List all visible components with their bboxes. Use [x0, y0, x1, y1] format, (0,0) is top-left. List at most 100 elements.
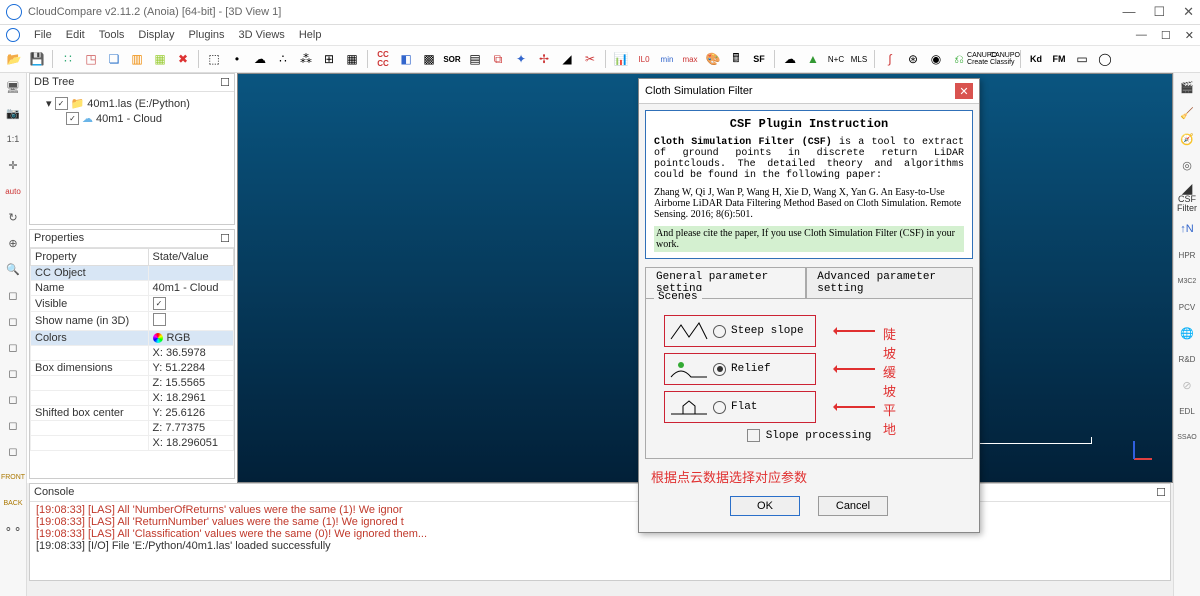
color-icon[interactable]: ▥: [127, 49, 147, 69]
ssao-icon[interactable]: SSAO: [1177, 427, 1197, 447]
property-row[interactable]: X: 18.2961: [31, 391, 234, 406]
property-row[interactable]: Visible✓: [31, 296, 234, 312]
menu-edit[interactable]: Edit: [66, 29, 85, 41]
sf-icon[interactable]: ▦: [150, 49, 170, 69]
property-row[interactable]: X: 36.5978: [31, 346, 234, 361]
mesh-plugin-icon[interactable]: ▲: [803, 49, 823, 69]
console-pin-icon[interactable]: ☐: [1156, 486, 1166, 499]
view-iso1-icon[interactable]: ◻: [3, 415, 23, 435]
save-icon[interactable]: 💾: [27, 49, 47, 69]
voxel-icon[interactable]: ▤: [465, 49, 485, 69]
calc-icon[interactable]: 🖩: [726, 49, 746, 69]
menu-tools[interactable]: Tools: [99, 29, 125, 41]
merge-icon[interactable]: ⧉: [488, 49, 508, 69]
back-label-icon[interactable]: BACK: [3, 493, 23, 513]
create-icon[interactable]: CANUPOCreate: [972, 49, 992, 69]
flickr-icon[interactable]: ⚬⚬: [3, 519, 23, 539]
monitor-icon[interactable]: 🖥: [3, 77, 23, 97]
rgb-icon[interactable]: R&D: [1177, 349, 1197, 369]
target-icon[interactable]: ◎: [1177, 155, 1197, 175]
zoom-icon[interactable]: 🔍: [3, 259, 23, 279]
property-row[interactable]: Z: 15.5565: [31, 376, 234, 391]
grid3-icon[interactable]: ▩: [419, 49, 439, 69]
maximize-button[interactable]: ☐: [1153, 4, 1165, 20]
pick-rotation-icon[interactable]: ⊕: [3, 233, 23, 253]
tree-cloud-row[interactable]: ✓ ☁ 40m1 - Cloud: [32, 111, 232, 126]
sphere-icon[interactable]: ◯: [1095, 49, 1115, 69]
points-icon[interactable]: ∷: [58, 49, 78, 69]
properties-pin-icon[interactable]: ☐: [220, 232, 230, 245]
pick-icon[interactable]: ⬚: [204, 49, 224, 69]
property-row[interactable]: X: 18.296051: [31, 436, 234, 451]
diff-icon[interactable]: ◧: [396, 49, 416, 69]
menu-display[interactable]: Display: [138, 29, 174, 41]
property-row[interactable]: Show name (in 3D): [31, 312, 234, 331]
eraser-icon[interactable]: ◢: [557, 49, 577, 69]
scene-option-steep[interactable]: Steep slope陡坡: [664, 315, 816, 347]
mesh-icon[interactable]: ◳: [81, 49, 101, 69]
inner-maximize-button[interactable]: ☐: [1161, 29, 1171, 42]
cloud-icon[interactable]: ☁: [250, 49, 270, 69]
pcv-icon[interactable]: PCV: [1177, 297, 1197, 317]
tree-file-row[interactable]: ▾ ✓ 📁 40m1.las (E:/Python): [32, 96, 232, 111]
camera-icon[interactable]: 📷: [3, 103, 23, 123]
wire-icon[interactable]: ⎌: [949, 49, 969, 69]
compass-icon[interactable]: ⊛: [903, 49, 923, 69]
app-menu-icon[interactable]: [6, 28, 20, 42]
inner-close-button[interactable]: ✕: [1185, 29, 1194, 42]
mls-icon[interactable]: MLS: [849, 49, 869, 69]
auto-icon[interactable]: auto: [3, 181, 23, 201]
property-row[interactable]: CC Object: [31, 266, 234, 281]
align-icon[interactable]: ✢: [534, 49, 554, 69]
file-checkbox[interactable]: ✓: [55, 97, 68, 110]
delete-icon[interactable]: ✖: [173, 49, 193, 69]
hpr-icon[interactable]: HPR: [1177, 245, 1197, 265]
sf2-icon[interactable]: SF: [749, 49, 769, 69]
normals-icon[interactable]: ❏: [104, 49, 124, 69]
view-iso2-icon[interactable]: ◻: [3, 441, 23, 461]
graph-icon[interactable]: ◉: [926, 49, 946, 69]
scene-radio[interactable]: [713, 325, 726, 338]
grid2-icon[interactable]: ▦: [342, 49, 362, 69]
ok-button[interactable]: OK: [730, 496, 800, 516]
grid-icon[interactable]: ⊞: [319, 49, 339, 69]
slope-checkbox[interactable]: [747, 429, 760, 442]
view-bottom-icon[interactable]: ◻: [3, 389, 23, 409]
register-icon[interactable]: ✦: [511, 49, 531, 69]
min-icon[interactable]: min: [657, 49, 677, 69]
menu-3dviews[interactable]: 3D Views: [239, 29, 285, 41]
menu-help[interactable]: Help: [299, 29, 322, 41]
broom-icon[interactable]: 🧹: [1177, 103, 1197, 123]
segment-icon[interactable]: ✂: [580, 49, 600, 69]
property-row[interactable]: Box dimensionsY: 51.2284: [31, 361, 234, 376]
expand-icon[interactable]: ▾: [46, 97, 52, 110]
max-icon[interactable]: max: [680, 49, 700, 69]
view-front-icon[interactable]: ◻: [3, 311, 23, 331]
m3c2-icon[interactable]: M3C2: [1177, 271, 1197, 291]
classify-icon[interactable]: CANUPOClassify: [995, 49, 1015, 69]
compass2-icon[interactable]: 🧭: [1177, 129, 1197, 149]
property-row[interactable]: Shifted box centerY: 25.6126: [31, 406, 234, 421]
box-icon[interactable]: ▭: [1072, 49, 1092, 69]
refresh-icon[interactable]: ↻: [3, 207, 23, 227]
scatter-icon[interactable]: ⁂: [296, 49, 316, 69]
3d-viewport[interactable]: 15 Cloth Simulation Filter ✕ CSF Plugin …: [237, 73, 1173, 483]
open-icon[interactable]: 📂: [4, 49, 24, 69]
scene-radio[interactable]: [713, 401, 726, 414]
crosshair-icon[interactable]: ✛: [3, 155, 23, 175]
fm-icon[interactable]: FM: [1049, 49, 1069, 69]
scene-radio[interactable]: [713, 363, 726, 376]
kd-icon[interactable]: Kd: [1026, 49, 1046, 69]
property-row[interactable]: Z: 7.77375: [31, 421, 234, 436]
cc-icon[interactable]: CCCC: [373, 49, 393, 69]
palette-icon[interactable]: 🎨: [703, 49, 723, 69]
point-icon[interactable]: •: [227, 49, 247, 69]
inner-minimize-button[interactable]: —: [1136, 29, 1147, 41]
menu-file[interactable]: File: [34, 29, 52, 41]
dots-icon[interactable]: ∴: [273, 49, 293, 69]
view-top-icon[interactable]: ◻: [3, 285, 23, 305]
menu-plugins[interactable]: Plugins: [188, 29, 224, 41]
globe-icon[interactable]: 🌐: [1177, 323, 1197, 343]
dialog-close-button[interactable]: ✕: [955, 83, 973, 99]
il0-icon[interactable]: IL0: [634, 49, 654, 69]
